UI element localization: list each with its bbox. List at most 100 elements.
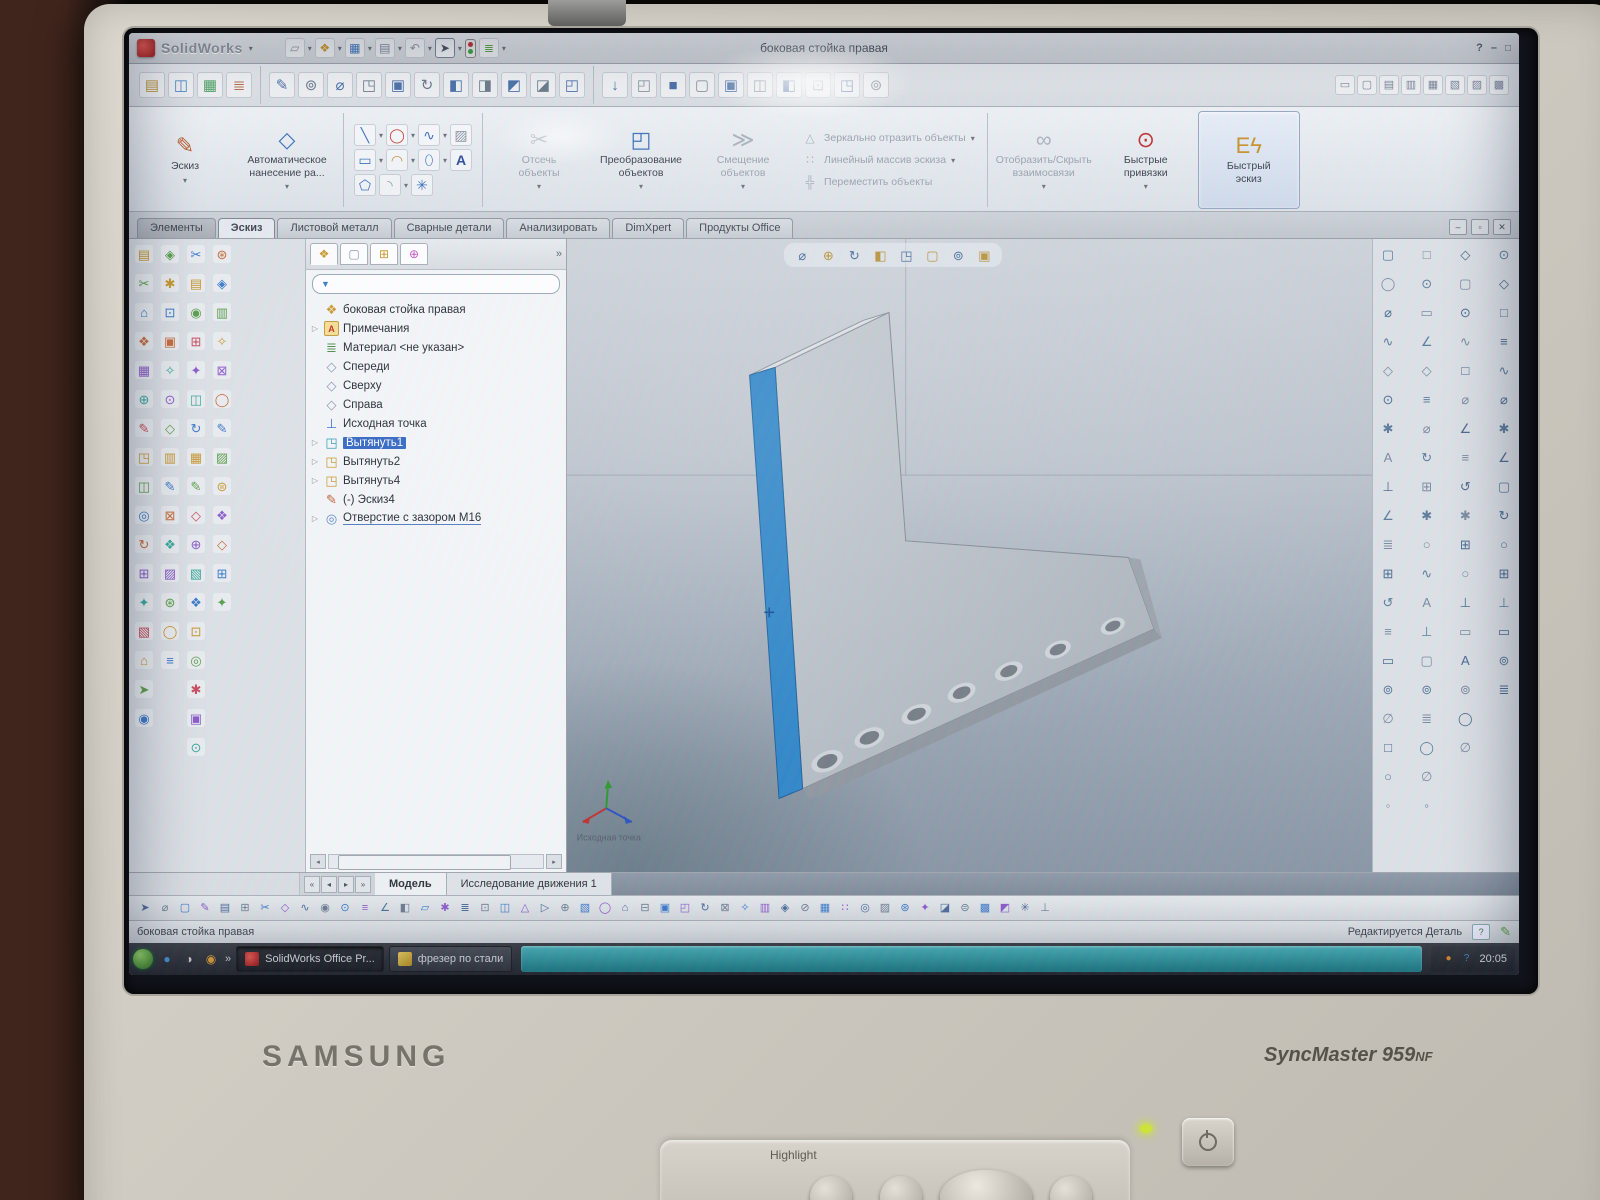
dimension-tool-icon[interactable]: ∿ <box>1456 332 1474 350</box>
sketch-relation-icon[interactable]: ≣ <box>457 900 473 916</box>
sketch-relation-icon[interactable]: ⊜ <box>957 900 973 916</box>
window-tool-icon[interactable]: ▢ <box>1357 75 1377 95</box>
sketch-button[interactable]: ✎ Эскиз ▾ <box>135 111 235 209</box>
dimension-tool-icon[interactable]: ↺ <box>1456 477 1474 495</box>
annotation-tool-icon[interactable]: ∅ <box>1379 709 1397 727</box>
chevron-down-icon[interactable]: ▾ <box>502 44 506 53</box>
sketch-relation-icon[interactable]: ⊙ <box>337 900 353 916</box>
rapid-sketch-button[interactable]: Eϟ Быстрый эскиз <box>1197 111 1300 209</box>
sketch-tool-icon[interactable]: ⊠ <box>213 361 231 379</box>
tab-evaluate[interactable]: Анализировать <box>506 218 611 238</box>
scrollbar-thumb[interactable] <box>337 855 511 870</box>
feature-tool-icon[interactable]: ❖ <box>135 332 153 350</box>
tree-item-sketch4[interactable]: ✎ (-) Эскиз4 <box>310 490 566 509</box>
more-tabs-button[interactable]: » <box>556 248 562 260</box>
sketch-tool-icon[interactable]: ❖ <box>187 593 205 611</box>
feature-tool-icon[interactable]: ✱ <box>161 274 179 292</box>
dimension-tool-icon[interactable]: ◇ <box>1456 245 1474 263</box>
feature-tool-icon[interactable]: ✧ <box>161 361 179 379</box>
window-tool-icon[interactable]: ▩ <box>1489 75 1509 95</box>
sketch-relation-icon[interactable]: ⊠ <box>717 900 733 916</box>
sketch-tool-icon[interactable]: ▨ <box>213 448 231 466</box>
sketch-relation-icon[interactable]: ◎ <box>857 900 873 916</box>
tab-sheet-metal[interactable]: Листовой металл <box>277 218 392 238</box>
view-tool-icon[interactable]: ◧ <box>443 72 469 98</box>
tree-item-extrude1[interactable]: ▷ ◳ Вытянуть1 <box>310 433 566 452</box>
select-tool-icon[interactable]: ➤ <box>434 38 455 58</box>
quick-snaps-button[interactable]: ⊙ Быстрые привязки ▾ <box>1096 111 1196 209</box>
headsup-view-icon[interactable]: ◧ <box>870 245 890 265</box>
sketch-relation-icon[interactable]: ⌂ <box>617 900 633 916</box>
ellipse-icon[interactable]: ⬯ <box>418 149 441 171</box>
chevron-down-icon[interactable]: ▾ <box>1144 182 1148 191</box>
dimension-tool-icon[interactable]: ⌀ <box>1456 390 1474 408</box>
doc-close-button[interactable]: ✕ <box>1493 219 1511 235</box>
sketch-tool-icon[interactable]: ⊞ <box>187 332 205 350</box>
tree-item-clearance-hole[interactable]: ▷ ◎ Отверстие с зазором M16 <box>310 509 566 528</box>
tree-item-front-plane[interactable]: ◇ Спереди <box>310 357 566 376</box>
next-tab-icon[interactable]: ▸ <box>338 875 354 893</box>
annotation-tool-icon[interactable]: ∿ <box>1379 332 1397 350</box>
feature-tool-icon[interactable]: ⊙ <box>161 390 179 408</box>
text-icon[interactable]: A <box>450 149 473 171</box>
sketch-relation-icon[interactable]: △ <box>517 900 533 916</box>
first-tab-icon[interactable]: « <box>304 875 320 893</box>
view-tool-icon[interactable]: ⌀ <box>327 72 353 98</box>
annotation-tool-icon[interactable]: ≣ <box>1379 535 1397 553</box>
headsup-view-icon[interactable]: ⊕ <box>818 245 838 265</box>
chevron-down-icon[interactable]: ▾ <box>411 131 415 140</box>
view-tool-icon[interactable]: ◳ <box>356 72 382 98</box>
view-style-icon[interactable]: ■ <box>660 72 686 98</box>
chevron-down-icon[interactable]: ▾ <box>368 44 372 53</box>
expand-arrow-icon[interactable]: ▷ <box>310 457 320 466</box>
chevron-down-icon[interactable]: ▾ <box>951 156 955 165</box>
view-tool-icon[interactable]: ↻ <box>414 72 440 98</box>
point-icon[interactable]: ✳ <box>411 174 434 196</box>
sketch-tool-icon[interactable]: ⊡ <box>187 622 205 640</box>
expand-arrow-icon[interactable]: ▷ <box>310 514 320 523</box>
feature-tool-icon[interactable]: ⊡ <box>161 303 179 321</box>
view-tool-icon[interactable]: ◨ <box>472 72 498 98</box>
standard-tool-icon[interactable]: ▤ <box>139 72 165 98</box>
tab-property-manager[interactable]: ▢ <box>340 243 368 265</box>
feature-tool-icon[interactable]: ⊛ <box>161 593 179 611</box>
feature-tool-icon[interactable]: ◯ <box>161 622 179 640</box>
headsup-view-icon[interactable]: ⊚ <box>948 245 968 265</box>
sketch-tool-icon[interactable]: ↻ <box>187 419 205 437</box>
annotation-tool-icon[interactable]: ◇ <box>1379 361 1397 379</box>
chevron-down-icon[interactable]: ▾ <box>971 134 975 143</box>
line-icon[interactable]: ╲ <box>354 124 376 146</box>
sketch-relation-icon[interactable]: ✧ <box>737 900 753 916</box>
chevron-down-icon[interactable]: ▾ <box>411 156 415 165</box>
tab-feature-tree[interactable]: ❖ <box>310 243 338 265</box>
chevron-down-icon[interactable]: ▾ <box>308 44 312 53</box>
restore-button[interactable]: □ <box>1505 43 1511 54</box>
dimension-tool-icon[interactable]: ⊚ <box>1456 680 1474 698</box>
dimension-tool-icon[interactable]: ○ <box>1495 535 1513 553</box>
dimension-tool-icon[interactable]: ○ <box>1456 564 1474 582</box>
view-style-icon[interactable]: ↓ <box>602 72 628 98</box>
minimize-button[interactable]: – <box>1491 42 1497 54</box>
chevron-down-icon[interactable]: ▾ <box>443 131 447 140</box>
sketch-relation-icon[interactable]: ∷ <box>837 900 853 916</box>
feature-tool-icon[interactable]: ➤ <box>135 680 153 698</box>
annotation-tool-icon[interactable]: ✱ <box>1379 419 1397 437</box>
new-document-icon[interactable]: ▱ <box>284 38 305 58</box>
taskbar-button-solidworks[interactable]: SolidWorks Office Pr... <box>236 946 384 972</box>
standard-tool-icon[interactable]: ≣ <box>226 72 252 98</box>
chevron-down-icon[interactable]: ▾ <box>379 131 383 140</box>
dimension-tool-icon[interactable]: ⊚ <box>1495 651 1513 669</box>
auto-dimension-button[interactable]: ◇ Автоматическое нанесение ра... ▾ <box>237 111 337 209</box>
sketch-relation-icon[interactable]: ↻ <box>697 900 713 916</box>
chevron-down-icon[interactable]: ▾ <box>338 44 342 53</box>
window-tool-icon[interactable]: ▭ <box>1335 75 1355 95</box>
annotation-tool-icon[interactable]: ≡ <box>1379 622 1397 640</box>
tree-filter-input[interactable]: ▼ <box>312 274 560 294</box>
feature-tool-icon[interactable]: ▨ <box>161 564 179 582</box>
dimension-tool-icon[interactable]: ⊥ <box>1456 593 1474 611</box>
sketch-tool-icon[interactable]: ✎ <box>187 477 205 495</box>
annotation-tool-icon[interactable]: A <box>1418 593 1436 611</box>
feature-tool-icon[interactable]: ⊕ <box>135 390 153 408</box>
dimension-tool-icon[interactable]: ◯ <box>1456 709 1474 727</box>
expand-arrow-icon[interactable]: ▷ <box>310 438 320 447</box>
